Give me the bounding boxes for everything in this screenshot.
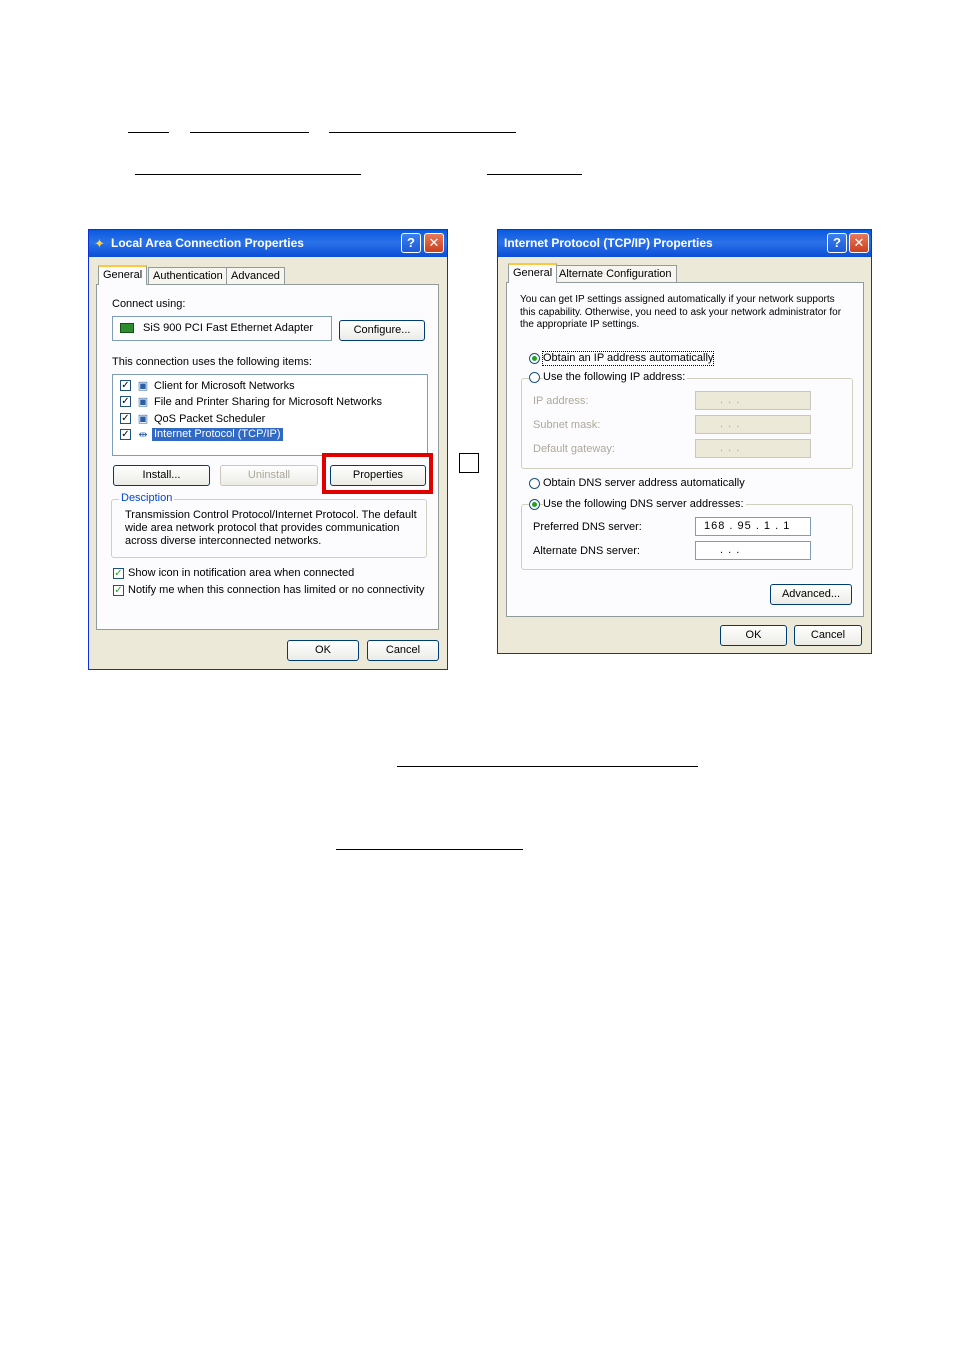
checkbox[interactable]: ✓ xyxy=(120,413,131,424)
preferred-dns-field[interactable]: 168 . 95 . 1 . 1 xyxy=(695,517,811,536)
subnet-field[interactable]: . . . xyxy=(695,415,811,434)
notify-label: Notify me when this connection has limit… xyxy=(128,584,425,596)
tab-general[interactable]: General xyxy=(98,265,148,285)
ok-button[interactable]: OK xyxy=(720,625,787,646)
tab-advanced[interactable]: Advanced xyxy=(226,267,285,285)
ok-button[interactable]: OK xyxy=(287,640,359,661)
configure-button[interactable]: Configure... xyxy=(339,320,425,341)
cancel-button[interactable]: Cancel xyxy=(367,640,439,661)
connect-using-label: Connect using: xyxy=(112,298,186,310)
close-button[interactable]: ✕ xyxy=(424,233,444,253)
doc-underline-1 xyxy=(128,132,169,133)
protocol-icon: ⇹ xyxy=(138,429,148,441)
obtain-ip-label: Obtain an IP address automatically xyxy=(541,351,715,366)
gateway-field[interactable]: . . . xyxy=(695,439,811,458)
help-button[interactable]: ? xyxy=(827,233,847,253)
close-button[interactable]: ✕ xyxy=(849,233,869,253)
gateway-value: . . . xyxy=(720,442,741,454)
qos-scheduler-icon: ▣ xyxy=(137,413,149,425)
doc-underline-3 xyxy=(329,132,516,133)
checkbox[interactable]: ✓ xyxy=(120,396,131,407)
tab-alternate-configuration[interactable]: Alternate Configuration xyxy=(554,265,677,283)
tab-authentication[interactable]: Authentication xyxy=(148,267,228,285)
intro-text: You can get IP settings assigned automat… xyxy=(520,294,842,330)
help-icon: ? xyxy=(407,235,415,250)
network-connection-icon: ✦ xyxy=(94,236,105,251)
preferred-dns-value: 168 . 95 . 1 . 1 xyxy=(704,520,791,532)
file-printer-sharing-icon: ▣ xyxy=(137,396,149,408)
lan-properties-dialog: ✦ Local Area Connection Properties ? ✕ G… xyxy=(88,229,448,670)
tcpip-dialog-title: Internet Protocol (TCP/IP) Properties xyxy=(504,236,713,250)
doc-underline-5 xyxy=(487,174,582,175)
help-icon: ? xyxy=(833,235,841,250)
components-list[interactable]: ✓ ▣ Client for Microsoft Networks ✓ ▣ Fi… xyxy=(112,374,428,456)
item-label: File and Printer Sharing for Microsoft N… xyxy=(154,396,383,408)
alternate-dns-field[interactable]: . . . xyxy=(695,541,811,560)
obtain-dns-radio[interactable] xyxy=(529,478,540,489)
tab-general[interactable]: General xyxy=(508,263,558,283)
doc-underline-6 xyxy=(397,766,698,767)
obtain-dns-label: Obtain DNS server address automatically xyxy=(543,477,745,489)
properties-button[interactable]: Properties xyxy=(330,465,426,486)
subnet-label: Subnet mask: xyxy=(533,419,601,431)
tcpip-general-panel: You can get IP settings assigned automat… xyxy=(506,282,864,617)
use-ip-label: Use the following IP address: xyxy=(543,371,688,384)
doc-underline-7 xyxy=(336,849,523,850)
close-icon: ✕ xyxy=(428,235,440,250)
adapter-field: SiS 900 PCI Fast Ethernet Adapter xyxy=(112,316,332,341)
network-adapter-icon xyxy=(120,323,134,333)
show-icon-label: Show icon in notification area when conn… xyxy=(128,567,355,579)
ip-address-field[interactable]: . . . xyxy=(695,391,811,410)
gateway-label: Default gateway: xyxy=(533,443,615,455)
help-button[interactable]: ? xyxy=(401,233,421,253)
notify-checkbox[interactable]: ✓ xyxy=(113,585,124,596)
network-client-icon: ▣ xyxy=(137,380,149,392)
item-label: Internet Protocol (TCP/IP) xyxy=(152,428,283,441)
list-item[interactable]: ✓ ⇹ Internet Protocol (TCP/IP) xyxy=(120,428,420,442)
ip-address-value: . . . xyxy=(720,394,741,406)
list-item[interactable]: ✓ ▣ File and Printer Sharing for Microso… xyxy=(120,395,420,409)
use-dns-label: Use the following DNS server addresses: xyxy=(543,498,746,511)
list-item[interactable]: ✓ ▣ QoS Packet Scheduler xyxy=(120,412,420,426)
install-button[interactable]: Install... xyxy=(113,465,210,486)
doc-underline-4 xyxy=(135,174,361,175)
show-icon-checkbox[interactable]: ✓ xyxy=(113,568,124,579)
use-ip-radio[interactable] xyxy=(529,372,540,383)
adapter-name: SiS 900 PCI Fast Ethernet Adapter xyxy=(143,322,313,334)
lan-general-panel: Connect using: SiS 900 PCI Fast Ethernet… xyxy=(96,284,439,630)
advanced-button[interactable]: Advanced... xyxy=(770,584,852,605)
tcpip-properties-dialog: Internet Protocol (TCP/IP) Properties ? … xyxy=(497,229,872,654)
preferred-dns-label: Preferred DNS server: xyxy=(533,521,642,533)
checkbox[interactable]: ✓ xyxy=(120,429,131,440)
uninstall-button[interactable]: Uninstall xyxy=(220,465,318,486)
obtain-ip-radio[interactable] xyxy=(529,353,540,364)
use-dns-radio[interactable] xyxy=(529,499,540,510)
lan-titlebar[interactable]: ✦ Local Area Connection Properties ? ✕ xyxy=(89,230,447,257)
subnet-value: . . . xyxy=(720,418,741,430)
items-label: This connection uses the following items… xyxy=(112,356,312,368)
doc-underline-2 xyxy=(190,132,309,133)
arrow-box xyxy=(459,453,479,473)
alternate-dns-value: . . . xyxy=(720,544,741,556)
item-label: QoS Packet Scheduler xyxy=(154,413,266,425)
description-text: Transmission Control Protocol/Internet P… xyxy=(125,509,417,547)
description-legend: Desciption xyxy=(119,492,175,504)
ip-address-label: IP address: xyxy=(533,395,589,407)
item-label: Client for Microsoft Networks xyxy=(154,380,295,392)
lan-dialog-title: Local Area Connection Properties xyxy=(111,236,304,250)
checkbox[interactable]: ✓ xyxy=(120,380,131,391)
list-item[interactable]: ✓ ▣ Client for Microsoft Networks xyxy=(120,379,420,393)
alternate-dns-label: Alternate DNS server: xyxy=(533,545,640,557)
tcpip-titlebar[interactable]: Internet Protocol (TCP/IP) Properties ? … xyxy=(498,230,871,257)
dns-group xyxy=(521,504,853,570)
cancel-button[interactable]: Cancel xyxy=(794,625,862,646)
close-icon: ✕ xyxy=(853,235,865,250)
